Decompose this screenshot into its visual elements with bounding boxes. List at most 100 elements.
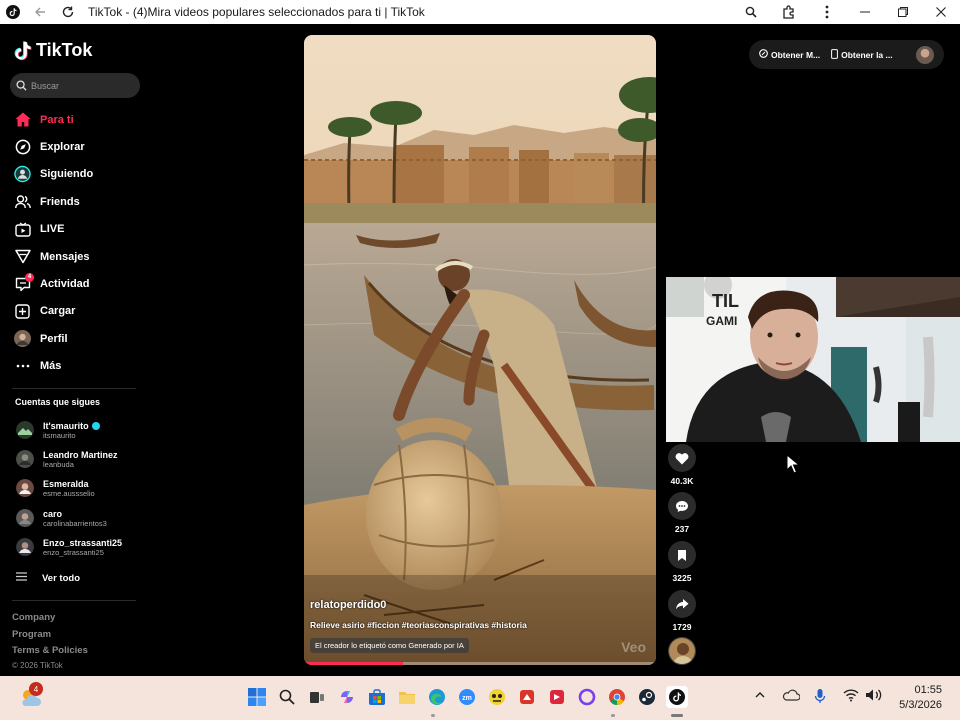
edge-browser-icon[interactable] — [426, 686, 448, 708]
restore-button[interactable] — [884, 0, 922, 24]
footer-link-company[interactable]: Company — [12, 612, 55, 623]
nav-item-mas[interactable]: Más — [0, 353, 152, 380]
nav-item-actividad[interactable]: 4 Actividad — [0, 270, 152, 297]
nav-label: Friends — [40, 195, 80, 208]
menu-dots-icon[interactable] — [808, 0, 846, 24]
search-input[interactable] — [31, 80, 131, 91]
following-account[interactable]: Leandro Martinez leanbuda — [16, 446, 118, 472]
get-app-label: Obtener la ... — [841, 49, 893, 60]
video-watermark: Veo — [621, 639, 646, 655]
running-app-indicator — [431, 714, 435, 717]
media-app-icon[interactable] — [546, 686, 568, 708]
wifi-icon[interactable] — [843, 688, 859, 707]
active-app-indicator — [671, 714, 683, 717]
friends-icon — [14, 193, 31, 210]
profile-avatar — [14, 330, 31, 348]
microphone-icon[interactable] — [814, 688, 826, 709]
creator-avatar[interactable] — [668, 637, 696, 665]
nav-item-mensajes[interactable]: Mensajes — [0, 243, 152, 270]
back-button[interactable] — [26, 0, 54, 24]
following-account[interactable]: Enzo_strassanti25 enzo_strassanti25 — [16, 534, 122, 560]
file-explorer-icon[interactable] — [396, 686, 418, 708]
comment-action[interactable]: 237 — [668, 492, 696, 534]
user-avatar[interactable] — [916, 45, 934, 64]
verified-badge-icon — [91, 421, 100, 430]
chrome-icon[interactable] — [606, 686, 628, 708]
get-app-button[interactable]: Obtener la ... — [831, 48, 893, 61]
tiktok-taskbar-icon[interactable] — [666, 686, 688, 708]
zoom-app-icon[interactable]: zm — [456, 686, 478, 708]
comment-button[interactable] — [668, 492, 696, 520]
home-icon — [14, 111, 31, 128]
activity-icon: 4 — [14, 272, 34, 293]
close-button[interactable] — [922, 0, 960, 24]
windows-start-icon[interactable] — [246, 686, 268, 708]
copilot-icon[interactable] — [336, 686, 358, 708]
nav-item-para-ti[interactable]: Para ti — [0, 106, 152, 133]
weather-badge: 4 — [29, 682, 43, 696]
following-account[interactable]: It'smaurito itsmaurito — [16, 417, 100, 443]
footer-link-terms[interactable]: Terms & Policies — [12, 645, 88, 656]
onedrive-icon[interactable] — [782, 688, 801, 707]
account-username: carolinabarrientos3 — [43, 518, 107, 528]
notification-badge: 4 — [25, 272, 34, 282]
main-nav: Para ti Explorar Siguiendo Friends LIVE — [0, 106, 152, 380]
webcam-feed-image: TIL GAMI — [666, 277, 960, 442]
account-name: Esmeralda — [43, 478, 89, 489]
nav-label: Actividad — [40, 278, 90, 291]
nav-label: Explorar — [40, 141, 85, 154]
taskbar-search-icon[interactable] — [276, 686, 298, 708]
video-author[interactable]: relatoperdido0 — [310, 599, 386, 611]
ring-app-icon[interactable] — [576, 686, 598, 708]
get-coins-button[interactable]: Obtener M... — [759, 49, 820, 60]
sidebar-divider — [12, 600, 136, 601]
account-name: Enzo_strassanti25 — [43, 537, 123, 548]
nav-item-perfil[interactable]: Perfil — [0, 325, 152, 352]
like-action[interactable]: 40.3K — [668, 444, 696, 486]
like-button[interactable] — [668, 444, 696, 472]
see-all-button[interactable]: Ver todo — [16, 572, 80, 584]
video-progress-fill — [304, 662, 403, 665]
nav-item-siguiendo[interactable]: Siguiendo — [0, 161, 152, 188]
video-description: Relieve asirio #ficcion #teoriasconspira… — [310, 620, 527, 630]
ai-generated-label: El creador lo etiquetó como Generado por… — [310, 638, 469, 653]
red-app-icon[interactable] — [516, 686, 538, 708]
zoom-icon[interactable] — [732, 0, 770, 24]
nav-item-explorar[interactable]: Explorar — [0, 133, 152, 160]
compass-icon — [14, 139, 31, 156]
tiktok-logo[interactable]: TikTok — [14, 40, 92, 61]
search-bar[interactable] — [10, 73, 140, 98]
share-button[interactable] — [668, 590, 696, 618]
share-icon — [676, 599, 689, 610]
footer-link-program[interactable]: Program — [12, 629, 51, 640]
reload-button[interactable] — [54, 0, 82, 24]
search-icon — [16, 80, 27, 91]
nav-item-live[interactable]: LIVE — [0, 216, 152, 243]
video-progress-bar[interactable] — [304, 662, 656, 665]
steam-app-icon[interactable] — [636, 686, 658, 708]
account-name: Leandro Martinez — [43, 449, 118, 460]
system-clock[interactable]: 01:55 5/3/2026 — [899, 683, 942, 713]
volume-icon[interactable] — [865, 688, 883, 707]
tray-chevron-icon[interactable] — [753, 688, 767, 707]
extensions-icon[interactable] — [770, 0, 808, 24]
following-account[interactable]: Esmeralda esme.aussselio — [16, 475, 95, 501]
nav-label: Más — [40, 360, 62, 373]
save-button[interactable] — [668, 541, 696, 569]
save-action[interactable]: 3225 — [668, 541, 696, 583]
game-app-icon[interactable] — [486, 686, 508, 708]
account-avatar — [16, 509, 34, 527]
comment-icon — [676, 500, 688, 512]
share-count: 1729 — [672, 622, 692, 632]
task-view-icon[interactable] — [306, 686, 328, 708]
nav-item-friends[interactable]: Friends — [0, 188, 152, 215]
nav-item-cargar[interactable]: Cargar — [0, 298, 152, 325]
account-avatar — [16, 421, 34, 439]
microsoft-store-icon[interactable] — [366, 686, 388, 708]
minimize-button[interactable] — [846, 0, 884, 24]
bookmark-icon — [678, 549, 686, 561]
video-player[interactable]: relatoperdido0 Relieve asirio #ficcion #… — [304, 35, 656, 665]
following-icon — [14, 166, 31, 183]
share-action[interactable]: 1729 — [668, 590, 696, 632]
following-account[interactable]: caro carolinabarrientos3 — [16, 505, 107, 531]
